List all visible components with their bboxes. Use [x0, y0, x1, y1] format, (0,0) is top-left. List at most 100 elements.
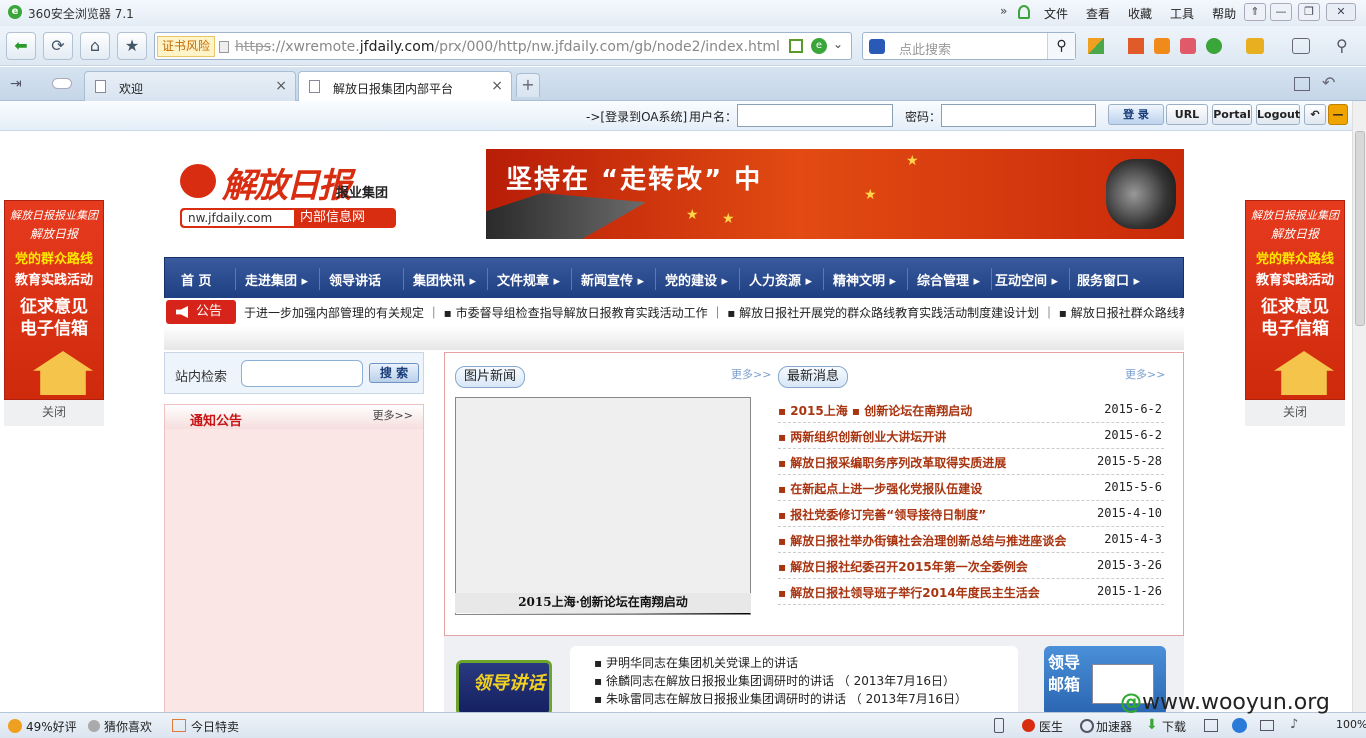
restore-button[interactable]: ❐: [1298, 3, 1320, 21]
zoom-level[interactable]: 100%: [1336, 718, 1366, 731]
url-text[interactable]: https://xwremote.jfdaily.com/prx/000/htt…: [235, 39, 780, 55]
cloud-icon[interactable]: [52, 78, 72, 89]
find-icon[interactable]: ⚲: [1336, 36, 1348, 55]
wallet-icon[interactable]: [1246, 38, 1264, 54]
sidebar-toggle-icon[interactable]: ⇥: [10, 76, 22, 92]
menu-file[interactable]: 文件: [1044, 5, 1068, 22]
right-side-ad[interactable]: 解放日报报业集团 解放日报 党的群众路线 教育实践活动 征求意见 电子信箱: [1245, 200, 1345, 400]
daily-deals-link[interactable]: 今日特卖: [191, 718, 239, 735]
tab-jfdaily[interactable]: 解放日报集团内部平台 ×: [298, 71, 512, 101]
scrollbar-thumb[interactable]: [1355, 131, 1365, 326]
close-tab-icon[interactable]: ×: [491, 78, 503, 94]
left-side-ad[interactable]: 解放日报报业集团 解放日报 党的群众路线 教育实践活动 征求意见 电子信箱: [4, 200, 104, 400]
nav-home[interactable]: 首 页: [181, 270, 212, 289]
nav-leader-speech[interactable]: 领导讲话: [329, 270, 381, 289]
back-button[interactable]: ⬅: [6, 32, 36, 60]
safe-icon[interactable]: [1206, 38, 1222, 54]
rating-text[interactable]: 49%好评: [26, 718, 77, 735]
volume-icon[interactable]: ♪: [1290, 717, 1298, 732]
menu-view[interactable]: 查看: [1086, 5, 1110, 22]
ie-icon[interactable]: [1232, 718, 1247, 733]
nav-publicity[interactable]: 新闻宣传 ▸: [581, 270, 644, 289]
chevron-down-icon[interactable]: ⌄: [833, 37, 843, 51]
qr-code-icon[interactable]: [789, 39, 803, 53]
close-tab-icon[interactable]: ×: [275, 78, 287, 94]
doctor-link[interactable]: 医生: [1039, 718, 1063, 735]
nav-news-flash[interactable]: 集团快讯 ▸: [413, 270, 476, 289]
refresh-button[interactable]: ⟳: [43, 32, 73, 60]
guess-like-link[interactable]: 猜你喜欢: [104, 718, 152, 735]
news-row[interactable]: ▪ 解放日报社举办街镇社会治理创新总结与推进座谈会 2015-4-3: [778, 527, 1164, 553]
mail-icon[interactable]: [1180, 38, 1196, 54]
cert-risk-badge[interactable]: 证书风险: [157, 36, 216, 57]
nav-service[interactable]: 服务窗口 ▸: [1077, 270, 1140, 289]
apps-icon[interactable]: [1088, 38, 1104, 54]
menu-favorites[interactable]: 收藏: [1128, 5, 1152, 22]
ie-mode-icon[interactable]: e: [811, 38, 827, 54]
baidu-paw-icon[interactable]: [869, 39, 885, 54]
news-title[interactable]: ▪ 解放日报社纪委召开2015年第一次全委例会: [778, 558, 1028, 575]
new-tab-button[interactable]: +: [516, 73, 540, 97]
nav-interactive[interactable]: 互动空间 ▸: [995, 270, 1058, 289]
accelerator-link[interactable]: 加速器: [1096, 718, 1132, 735]
news-row[interactable]: ▪ 报社党委修订完善“领导接待日制度” 2015-4-10: [778, 501, 1164, 527]
news-row[interactable]: ▪ 解放日报采编职务序列改革取得实质进展 2015-5-28: [778, 449, 1164, 475]
news-row[interactable]: ▪ 在新起点上进一步强化党报队伍建设 2015-5-6: [778, 475, 1164, 501]
phone-icon[interactable]: [994, 718, 1004, 733]
restore-tab-icon[interactable]: [1294, 77, 1310, 91]
user-icon[interactable]: [1018, 5, 1030, 19]
leader-talk-item[interactable]: ▪ 尹明华同志在集团机关党课上的讲话: [594, 654, 798, 671]
minimize-bar-icon[interactable]: —: [1328, 104, 1348, 125]
news-title[interactable]: ▪ 解放日报社领导班子举行2014年度民主生活会: [778, 584, 1040, 601]
monitor-icon[interactable]: [1260, 720, 1274, 731]
leader-speech-tv-icon[interactable]: 领导讲话: [456, 660, 552, 712]
news-title[interactable]: ▪ 解放日报采编职务序列改革取得实质进展: [778, 454, 1006, 471]
home-button[interactable]: ⌂: [80, 32, 110, 60]
search-icon[interactable]: ⚲: [1047, 33, 1075, 59]
leader-talk-item[interactable]: ▪ 朱咏雷同志在解放日报报业集团调研时的讲话 （ 2013年7月16日）: [594, 690, 967, 707]
nav-management[interactable]: 综合管理 ▸: [917, 270, 980, 289]
photo-news-caption[interactable]: 2015上海·创新论坛在南翔启动: [455, 593, 751, 613]
nav-about[interactable]: 走进集团 ▸: [245, 270, 308, 289]
nav-party-building[interactable]: 党的建设 ▸: [665, 270, 728, 289]
screenshot-icon[interactable]: [1292, 38, 1310, 54]
leader-talk-item[interactable]: ▪ 徐麟同志在解放日报报业集团调研时的讲话 （ 2013年7月16日）: [594, 672, 955, 689]
site-search-button[interactable]: 搜 索: [369, 363, 419, 383]
login-button[interactable]: 登 录: [1108, 104, 1164, 125]
latest-news-more-link[interactable]: 更多>>: [1125, 366, 1165, 382]
news-row[interactable]: ▪ 两新组织创新创业大讲坛开讲 2015-6-2: [778, 423, 1164, 449]
favorite-star-button[interactable]: ★: [117, 32, 147, 60]
address-bar[interactable]: 证书风险 https://xwremote.jfdaily.com/prx/00…: [154, 32, 852, 60]
logout-button[interactable]: Logout: [1256, 104, 1300, 125]
back-arrow-icon[interactable]: ↶: [1304, 104, 1326, 125]
portal-button[interactable]: Portal: [1212, 104, 1252, 125]
site-logo[interactable]: 解放日报 报业集团 nw.jfdaily.com 内部信息网: [178, 158, 398, 230]
news-title[interactable]: ▪ 在新起点上进一步强化党报队伍建设: [778, 480, 982, 497]
tab-welcome[interactable]: 欢迎 ×: [84, 71, 296, 101]
photo-news-image[interactable]: [455, 397, 751, 615]
news-title[interactable]: ▪ 报社党委修订完善“领导接待日制度”: [778, 506, 986, 523]
left-ad-close[interactable]: 关闭: [4, 400, 104, 426]
pin-icon[interactable]: ⇑: [1244, 3, 1266, 21]
news-row[interactable]: ▪ 解放日报社领导班子举行2014年度民主生活会 2015-1-26: [778, 579, 1164, 605]
news-title[interactable]: ▪ 解放日报社举办街镇社会治理创新总结与推进座谈会: [778, 532, 1066, 549]
url-button[interactable]: URL: [1166, 104, 1208, 125]
close-window-button[interactable]: ✕: [1326, 3, 1356, 21]
undo-close-icon[interactable]: ↶: [1322, 73, 1335, 92]
password-input[interactable]: [941, 104, 1096, 127]
news-title[interactable]: ▪ 两新组织创新创业大讲坛开讲: [778, 428, 946, 445]
notice-more-link[interactable]: 更多>>: [373, 407, 413, 423]
nav-civilization[interactable]: 精神文明 ▸: [833, 270, 896, 289]
right-ad-close[interactable]: 关闭: [1245, 400, 1345, 426]
download-link[interactable]: 下载: [1162, 718, 1186, 735]
news-title[interactable]: ▪ 2015上海 ▪ 创新论坛在南翔启动: [778, 402, 972, 419]
window-icon[interactable]: [1204, 719, 1218, 732]
news-row[interactable]: ▪ 解放日报社纪委召开2015年第一次全委例会 2015-3-26: [778, 553, 1164, 579]
news-row[interactable]: ▪ 2015上海 ▪ 创新论坛在南翔启动 2015-6-2: [778, 397, 1164, 423]
nav-hr[interactable]: 人力资源 ▸: [749, 270, 812, 289]
menu-tools[interactable]: 工具: [1170, 5, 1194, 22]
chevron-right-icon[interactable]: »: [1000, 4, 1007, 18]
menu-help[interactable]: 帮助: [1212, 5, 1236, 22]
minimize-button[interactable]: —: [1270, 3, 1292, 21]
flight-icon[interactable]: [1154, 38, 1170, 54]
